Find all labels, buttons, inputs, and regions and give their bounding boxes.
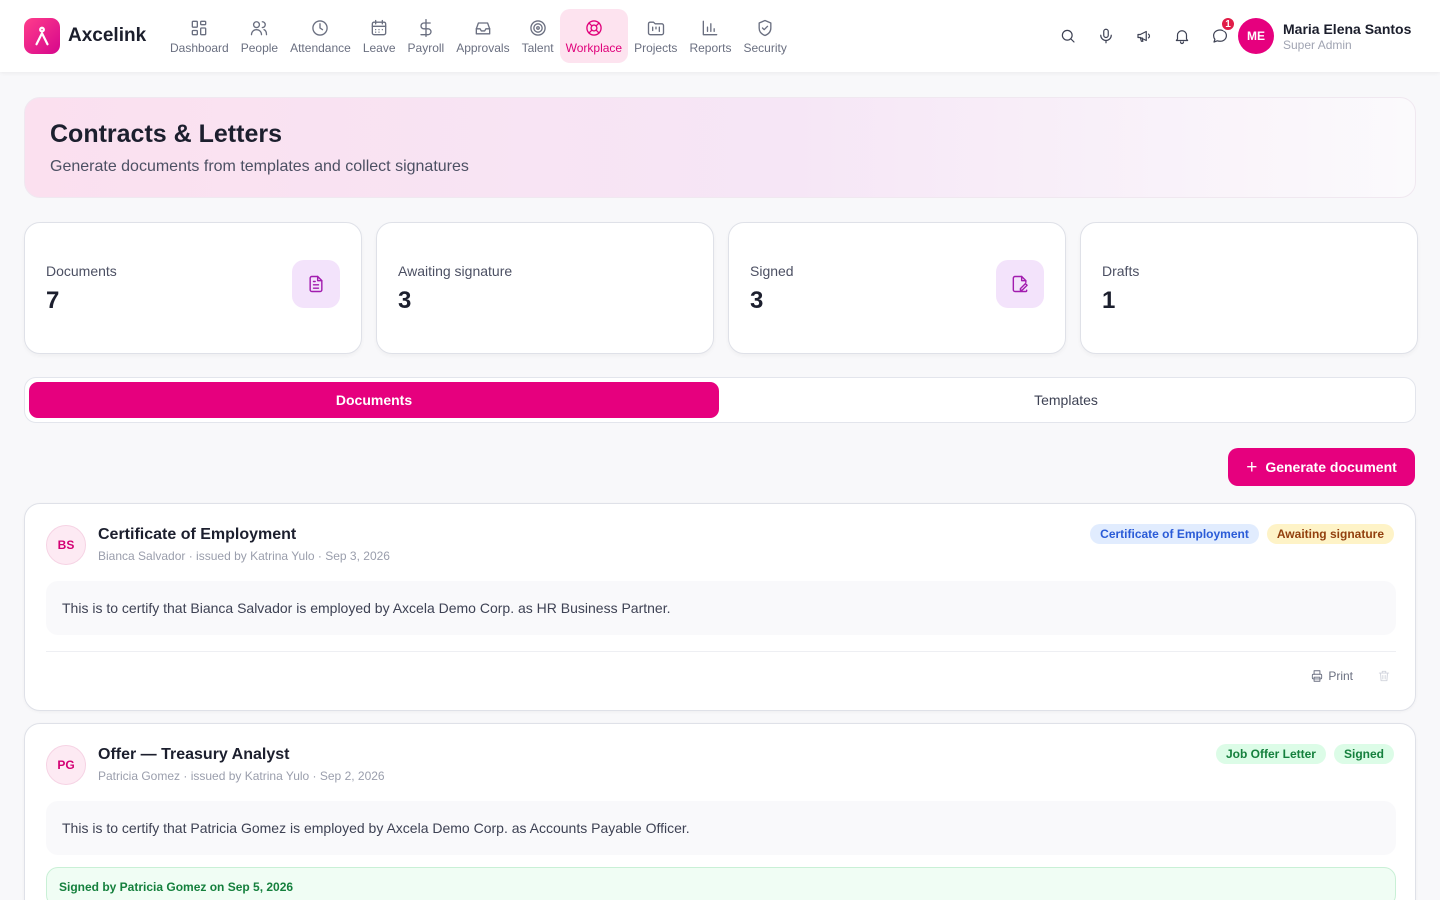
folder-kanban-icon (647, 21, 664, 35)
nav-label: Approvals (456, 40, 510, 55)
nav-item-projects[interactable]: Projects (628, 9, 683, 63)
avatar: BS (46, 525, 86, 565)
search-icon (1061, 29, 1075, 43)
messages-button[interactable]: 1 (1202, 16, 1238, 54)
header-actions: 1 (1050, 16, 1240, 54)
app-name: Axcelink (68, 25, 147, 46)
app-logo[interactable]: Axcelink (24, 18, 146, 54)
dollar-icon (420, 18, 432, 37)
nav-label: Attendance (290, 40, 351, 55)
stat-value: 7 (46, 287, 60, 314)
view-tabs: Documents Templates (24, 377, 1416, 423)
nav-label: People (240, 40, 279, 55)
document-preview: This is to certify that Bianca Salvador … (46, 581, 1396, 635)
plus-icon: + (1246, 456, 1258, 478)
document-meta: Patricia Gomez · issued by Katrina Yulo … (98, 769, 385, 783)
print-label: Print (1328, 669, 1353, 683)
nav-label: Talent (521, 40, 554, 55)
tab-templates[interactable]: Templates (719, 382, 1413, 418)
inbox-icon (475, 21, 491, 34)
main-nav: Dashboard People Attendance Leave Payrol… (164, 9, 793, 63)
document-card[interactable]: PG Offer — Treasury Analyst Patricia Gom… (24, 723, 1416, 900)
nav-label: Workplace (565, 40, 623, 55)
stat-icon (292, 260, 340, 308)
nav-item-people[interactable]: People (235, 9, 284, 63)
printer-icon (1312, 670, 1323, 682)
microphone-icon (1100, 28, 1112, 44)
document-preview: This is to certify that Patricia Gomez i… (46, 801, 1396, 855)
nav-label: Security (743, 40, 787, 55)
delete-button[interactable] (1377, 669, 1391, 683)
megaphone-icon (1137, 30, 1151, 42)
announcements-button[interactable] (1126, 18, 1162, 54)
tab-documents[interactable]: Documents (29, 382, 719, 418)
stat-label: Signed (750, 263, 794, 279)
signature-note: Signed by Patricia Gomez on Sep 5, 2026 (46, 867, 1396, 900)
document-card[interactable]: BS Certificate of Employment Bianca Salv… (24, 503, 1416, 711)
stat-label: Drafts (1102, 263, 1140, 279)
print-button[interactable]: Print (1310, 669, 1353, 683)
clock-icon (312, 19, 329, 36)
generate-document-label: Generate document (1265, 459, 1397, 475)
document-type-badge: Certificate of Employment (1090, 524, 1259, 544)
stat-value: 1 (1102, 287, 1116, 314)
page-subtitle: Generate documents from templates and co… (50, 158, 469, 175)
status-badge: Awaiting signature (1266, 524, 1394, 544)
avatar: ME (1238, 18, 1274, 54)
people-icon (251, 20, 268, 35)
notifications-button[interactable] (1164, 18, 1200, 54)
trash-icon (1378, 670, 1390, 682)
nav-item-attendance[interactable]: Attendance (284, 9, 357, 63)
stat-card-drafts: Drafts 1 (1080, 222, 1418, 354)
nav-label: Projects (634, 40, 678, 55)
calendar-icon (371, 19, 387, 35)
nav-item-payroll[interactable]: Payroll (402, 9, 451, 63)
status-badge: Signed (1333, 744, 1394, 764)
search-button[interactable] (1050, 18, 1086, 54)
lifebuoy-icon (586, 19, 602, 36)
nav-item-workplace[interactable]: Workplace (559, 9, 629, 63)
stat-icon (996, 260, 1044, 308)
bell-icon (1175, 30, 1189, 45)
nav-label: Dashboard (170, 40, 229, 55)
top-navbar: Axcelink Dashboard People Attendance Lea… (0, 0, 1440, 72)
voice-button[interactable] (1088, 18, 1124, 54)
page-title: Contracts & Letters (50, 120, 282, 148)
nav-item-dashboard[interactable]: Dashboard (164, 9, 235, 63)
logo-icon (24, 18, 60, 54)
nav-item-approvals[interactable]: Approvals (450, 9, 515, 63)
document-title: Certificate of Employment (98, 526, 297, 543)
file-signature-icon (1012, 275, 1028, 293)
bar-chart-icon (703, 20, 718, 35)
nav-label: Leave (362, 40, 396, 55)
document-meta: Bianca Salvador · issued by Katrina Yulo… (98, 549, 390, 563)
nav-label: Reports (689, 40, 732, 55)
page-header: Contracts & Letters Generate documents f… (24, 97, 1416, 198)
file-text-icon (309, 275, 323, 293)
avatar: PG (46, 745, 86, 785)
nav-item-leave[interactable]: Leave (357, 9, 402, 63)
nav-item-reports[interactable]: Reports (683, 9, 737, 63)
generate-document-button[interactable]: + Generate document (1228, 448, 1415, 486)
stat-card-awaiting-signature: Awaiting signature 3 (376, 222, 714, 354)
user-role: Super Admin (1283, 37, 1352, 52)
stat-label: Awaiting signature (398, 263, 513, 279)
divider (46, 651, 1396, 652)
stat-label: Documents (46, 263, 117, 279)
nav-item-talent[interactable]: Talent (516, 9, 560, 63)
shield-icon (758, 19, 772, 36)
nav-item-security[interactable]: Security (737, 9, 792, 63)
document-title: Offer — Treasury Analyst (98, 746, 290, 763)
stat-card-signed: Signed 3 (728, 222, 1066, 354)
message-count-badge: 1 (1220, 16, 1236, 32)
stat-card-documents: Documents 7 (24, 222, 362, 354)
stat-value: 3 (398, 287, 412, 314)
user-name: Maria Elena Santos (1283, 20, 1412, 37)
nav-label: Payroll (407, 40, 445, 55)
document-type-badge: Job Offer Letter (1215, 744, 1326, 764)
dashboard-icon (192, 20, 207, 35)
user-menu[interactable]: ME Maria Elena Santos Super Admin (1238, 18, 1411, 54)
stat-value: 3 (750, 287, 764, 314)
target-icon (529, 19, 546, 36)
